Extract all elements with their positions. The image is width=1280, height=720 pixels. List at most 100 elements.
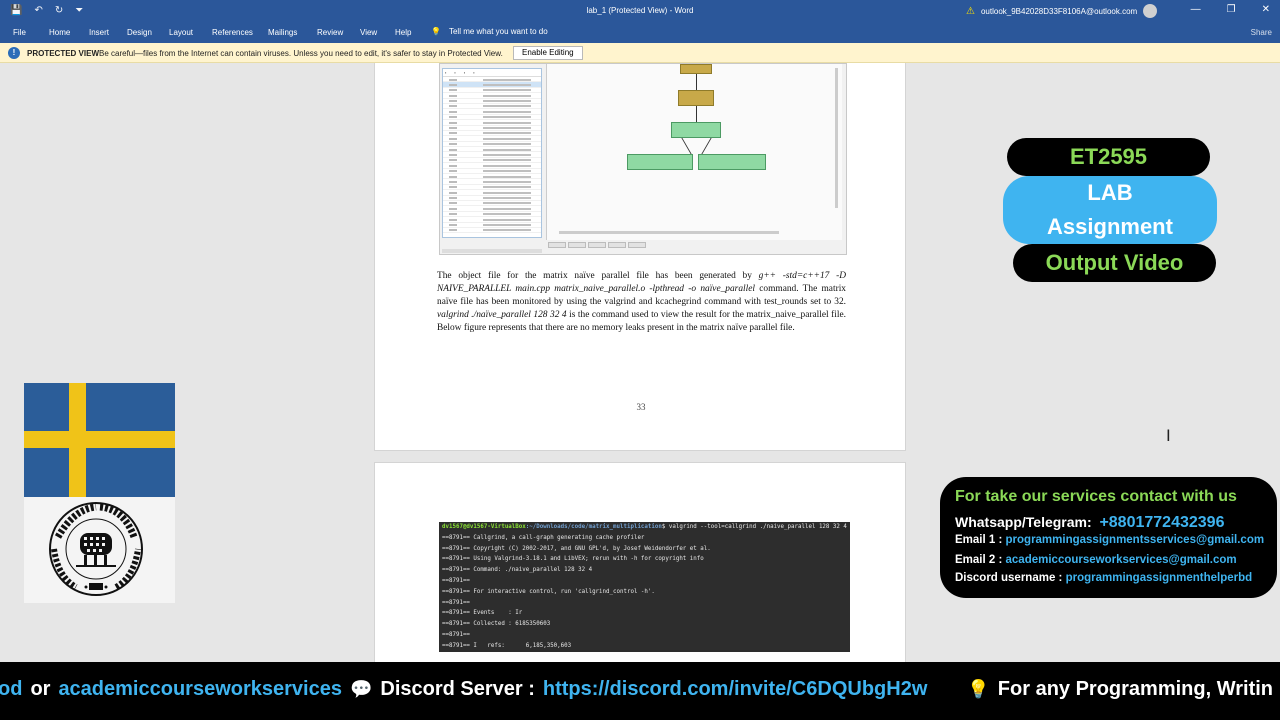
text-cursor-icon: I — [1166, 426, 1171, 445]
tab-view[interactable]: View — [360, 28, 377, 37]
bth-seal-icon — [49, 502, 143, 596]
email1-label: Email 1 : — [955, 534, 1003, 546]
valgrind-command: valgrind ./naïve_parallel 128 32 4 — [437, 310, 567, 320]
ticker-track: od or academiccourseworkservices 💬 Disco… — [0, 678, 1273, 701]
call-graph-node — [671, 122, 721, 138]
tab-layout[interactable]: Layout — [169, 28, 193, 37]
view-tab — [588, 242, 606, 248]
call-graph-edge — [696, 74, 697, 90]
call-graph-node — [698, 154, 766, 170]
view-tab — [628, 242, 646, 248]
tab-references[interactable]: References — [212, 28, 253, 37]
whatsapp-number: +8801772432396 — [1099, 514, 1225, 531]
course-code-badge: ET2595 — [1007, 138, 1210, 176]
terminal-line: ==8791== Copyright (C) 2002-2017, and GN… — [442, 545, 711, 552]
tab-insert[interactable]: Insert — [89, 28, 109, 37]
warning-icon[interactable]: ⚠ — [966, 6, 975, 17]
email2-line: Email 2 : academiccourseworkservices@gma… — [955, 554, 1237, 566]
contact-title: For take our services contact with us — [955, 488, 1237, 505]
tab-mailings[interactable]: Mailings — [268, 28, 297, 37]
terminal-prompt-user: dv1567@dv1567-VirtualBox — [442, 524, 526, 530]
ticker-text: academiccourseworkservices — [58, 678, 342, 700]
terminal-line: ==8791== — [442, 631, 470, 638]
ribbon-tabs: File Home Insert Design Layout Reference… — [0, 22, 1280, 43]
view-tabs — [546, 242, 842, 250]
terminal-line: ==8791== Command: ./naive_parallel 128 3… — [442, 567, 593, 574]
share-button[interactable]: Share — [1251, 28, 1272, 37]
terminal-line: ==8791== Using Valgrind-3.18.1 and LibVE… — [442, 556, 704, 563]
bth-logo — [24, 497, 175, 603]
sweden-flag — [24, 383, 175, 497]
email2-label: Email 2 : — [955, 554, 1003, 566]
view-tab — [568, 242, 586, 248]
terminal-line: dv1567@dv1567-VirtualBox:~/Downloads/cod… — [442, 522, 847, 533]
flag-cross-horizontal — [24, 431, 175, 448]
minimize-icon[interactable]: — — [1191, 4, 1201, 15]
assignment-label: Assignment — [1047, 214, 1173, 239]
vertical-scrollbar[interactable] — [835, 68, 838, 208]
restore-icon[interactable]: ❐ — [1227, 4, 1236, 15]
tab-design[interactable]: Design — [127, 28, 152, 37]
call-graph-edge — [701, 138, 712, 154]
tab-review[interactable]: Review — [317, 28, 343, 37]
ticker-text: or — [30, 678, 51, 700]
status-bar — [442, 249, 542, 253]
shield-icon: ! — [8, 47, 20, 59]
tab-home[interactable]: Home — [49, 28, 70, 37]
account-email[interactable]: outlook_9B42028D33F8106A@outlook.com — [981, 7, 1137, 16]
call-graph-edge — [681, 138, 692, 154]
view-tab — [608, 242, 626, 248]
discord-line: Discord username : programmingassignment… — [955, 572, 1252, 584]
email1-line: Email 1 : programmingassignmentsservices… — [955, 534, 1264, 546]
whatsapp-label: Whatsapp/Telegram: — [955, 514, 1092, 530]
terminal-line: ==8791== Callgrind, a call-graph generat… — [442, 534, 645, 541]
list-item — [443, 228, 541, 234]
lab-assignment-badge: LAB Assignment — [1003, 176, 1217, 244]
speech-bubble-icon: 💬 — [349, 679, 373, 699]
body-paragraph: The object file for the matrix naïve par… — [437, 270, 846, 335]
call-graph-node — [627, 154, 693, 170]
lightbulb-icon: 💡 — [967, 679, 990, 699]
terminal-command: $ valgrind --tool=callgrind ./naive_para… — [661, 524, 847, 530]
tab-file[interactable]: File — [13, 28, 26, 37]
lab-label: LAB — [1087, 180, 1133, 205]
discord-username: programmingassignmenthelperbd — [1065, 572, 1253, 584]
contact-card: For take our services contact with us Wh… — [940, 477, 1277, 598]
lightbulb-icon: 💡 — [431, 27, 441, 36]
kcachegrind-screenshot: ▪ ▪ ▪ ▪ — [439, 63, 847, 255]
terminal-line: ==8791== Events : Ir — [442, 610, 523, 617]
document-page: dv1567@dv1567-VirtualBox:~/Downloads/cod… — [374, 462, 906, 662]
call-graph-edge — [696, 106, 697, 122]
protected-view-title: PROTECTED VIEW — [27, 49, 100, 58]
account-area[interactable]: ⚠ outlook_9B42028D33F8106A@outlook.com — [966, 4, 1158, 18]
terminal-screenshot: dv1567@dv1567-VirtualBox:~/Downloads/cod… — [439, 522, 850, 652]
call-graph-node — [680, 64, 712, 74]
paragraph-text: The object file for the matrix naïve par… — [437, 271, 759, 281]
terminal-prompt-path: :~/Downloads/code/matrix_multiplication — [525, 524, 662, 530]
ticker-text: For any Programming, Writin — [997, 678, 1274, 700]
page-number: 33 — [636, 402, 646, 412]
horizontal-scrollbar[interactable] — [559, 231, 779, 234]
terminal-line: ==8791== For interactive control, run 'c… — [442, 588, 655, 595]
output-video-badge: Output Video — [1013, 244, 1216, 282]
close-icon[interactable]: ✕ — [1262, 4, 1270, 15]
enable-editing-button[interactable]: Enable Editing — [513, 46, 583, 60]
title-bar: 💾 ↶ ↻ ⏷ lab_1 (Protected View) - Word ⚠ … — [0, 0, 1280, 22]
call-graph-pane — [546, 64, 842, 240]
avatar[interactable] — [1143, 4, 1158, 18]
ticker-link: https://discord.com/invite/C6DQUbgH2w — [542, 678, 928, 700]
window-controls: — ❐ ✕ — [1191, 4, 1270, 15]
terminal-line: ==8791== — [442, 577, 470, 584]
function-list-header: ▪ ▪ ▪ ▪ — [443, 69, 541, 77]
document-page: ▪ ▪ ▪ ▪ The object file for the matrix n… — [374, 63, 906, 451]
tab-help[interactable]: Help — [395, 28, 411, 37]
tell-me-label: Tell me what you want to do — [448, 27, 548, 36]
email2-address: academiccourseworkservices@gmail.com — [1005, 554, 1237, 566]
terminal-line: ==8791== — [442, 599, 470, 606]
scrolling-ticker: od or academiccourseworkservices 💬 Disco… — [0, 662, 1280, 720]
ticker-text: Discord Server : — [380, 678, 535, 700]
discord-label: Discord username : — [955, 572, 1063, 584]
terminal-line: ==8791== I refs: 6,185,350,603 — [442, 642, 572, 649]
tell-me-search[interactable]: 💡 Tell me what you want to do — [431, 27, 548, 36]
ticker-text: od — [0, 678, 23, 700]
